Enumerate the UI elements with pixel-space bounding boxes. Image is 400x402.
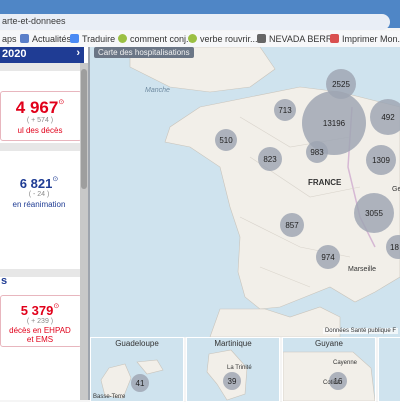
reanimation-label: en réanimation	[12, 200, 66, 209]
divider	[0, 63, 80, 71]
data-source: Données Santé publique F	[322, 328, 398, 334]
place-label: Basse-Terre	[93, 394, 126, 400]
print-icon	[330, 34, 339, 43]
deaths-value: 4 967	[15, 98, 59, 117]
chevron-right-icon[interactable]: ›	[76, 47, 80, 59]
bookmark-actualites[interactable]: Actualités	[20, 34, 71, 44]
site-icon	[188, 34, 197, 43]
bookmark-nevada-berry[interactable]: NEVADA BERRY	[257, 34, 338, 44]
bookmark-traduire[interactable]: Traduire	[70, 34, 115, 44]
bookmark-verbe-rouvrir[interactable]: verbe rouvrir...	[188, 34, 258, 44]
place-label: La Trinité	[227, 365, 252, 371]
address-bar[interactable]: arte-et-donnees	[0, 14, 390, 30]
inset-guadeloupe[interactable]: Guadeloupe 41 Basse-Terre	[90, 337, 184, 402]
bookmark-aps[interactable]: aps	[2, 34, 17, 44]
deaths-label: ul des décès	[17, 126, 63, 135]
germany-label: Ge	[392, 186, 400, 193]
translate-icon	[70, 34, 79, 43]
manche-label: Manche	[145, 87, 170, 94]
france-label: FRANCE	[308, 178, 342, 187]
marseille-label: Marseille	[348, 266, 377, 273]
sidebar-scrollbar[interactable]	[80, 63, 88, 400]
info-icon[interactable]: ⊙	[58, 99, 64, 106]
reanimation-card: 6 821⊙ ( - 24 ) en réanimation	[0, 167, 80, 215]
bookmarks-bar: aps Actualités Traduire comment conj... …	[0, 31, 400, 48]
section-heading: s	[1, 275, 8, 287]
inset-partial[interactable]	[378, 337, 400, 402]
ehpad-card: 5 379⊙ ( + 239 ) décès en EHPAD et EMS	[0, 295, 82, 347]
hospitalisations-map[interactable]: Carte des hospitalisations Manche FRANCE…	[90, 47, 400, 337]
bubble-1309[interactable]: 1309	[366, 145, 396, 175]
inset-title: Martinique	[214, 339, 252, 348]
inset-guyane[interactable]: Guyane Cayenne 16 Cotica	[282, 337, 376, 402]
stats-sidebar: 2020 › 4 967⊙ ( + 574 ) ul des décès 6 8…	[0, 47, 88, 400]
deaths-delta: ( + 574 )	[26, 117, 54, 124]
inset-title: Guadeloupe	[115, 339, 159, 348]
bookmark-comment-conj[interactable]: comment conj...	[118, 34, 194, 44]
bubble-guadeloupe[interactable]: 41	[131, 374, 149, 392]
bubble-713[interactable]: 713	[274, 99, 296, 121]
bubble-823[interactable]: 823	[258, 147, 282, 171]
bubble-3055[interactable]: 3055	[354, 193, 394, 233]
inset-martinique[interactable]: Martinique La Trinité 39	[186, 337, 280, 402]
bubble-492[interactable]: 492	[370, 99, 400, 135]
bubble-857[interactable]: 857	[280, 213, 304, 237]
inset-title: Guyane	[314, 339, 344, 348]
bookmark-imprimer[interactable]: Imprimer Mon...	[330, 34, 400, 44]
news-icon	[20, 34, 29, 43]
info-icon[interactable]: ⊙	[53, 303, 59, 310]
bubble-martinique[interactable]: 39	[223, 372, 241, 390]
divider	[0, 269, 80, 277]
site-icon	[257, 34, 266, 43]
bubble-983[interactable]: 983	[306, 141, 328, 163]
reanimation-value: 6 821	[19, 176, 53, 191]
bubble-974[interactable]: 974	[316, 245, 340, 269]
divider	[0, 143, 80, 151]
map-title: Carte des hospitalisations	[94, 47, 194, 58]
place-label: Cayenne	[333, 360, 358, 366]
header-year: 2020	[2, 48, 27, 60]
place-label: Cotica	[323, 380, 341, 386]
ehpad-label: décès en EHPAD et EMS	[9, 326, 71, 344]
sidebar-header[interactable]: 2020 ›	[0, 47, 84, 63]
info-icon[interactable]: ⊙	[52, 176, 58, 183]
site-icon	[118, 34, 127, 43]
reanimation-delta: ( - 24 )	[28, 191, 50, 198]
address-text[interactable]: arte-et-donnees	[2, 16, 66, 26]
scrollbar-thumb[interactable]	[81, 69, 87, 189]
bubble-510[interactable]: 510	[215, 129, 237, 151]
ehpad-value: 5 379	[20, 303, 54, 318]
spain-land	[209, 306, 341, 337]
deaths-card: 4 967⊙ ( + 574 ) ul des décès	[0, 91, 82, 141]
ehpad-delta: ( + 239 )	[26, 318, 54, 325]
